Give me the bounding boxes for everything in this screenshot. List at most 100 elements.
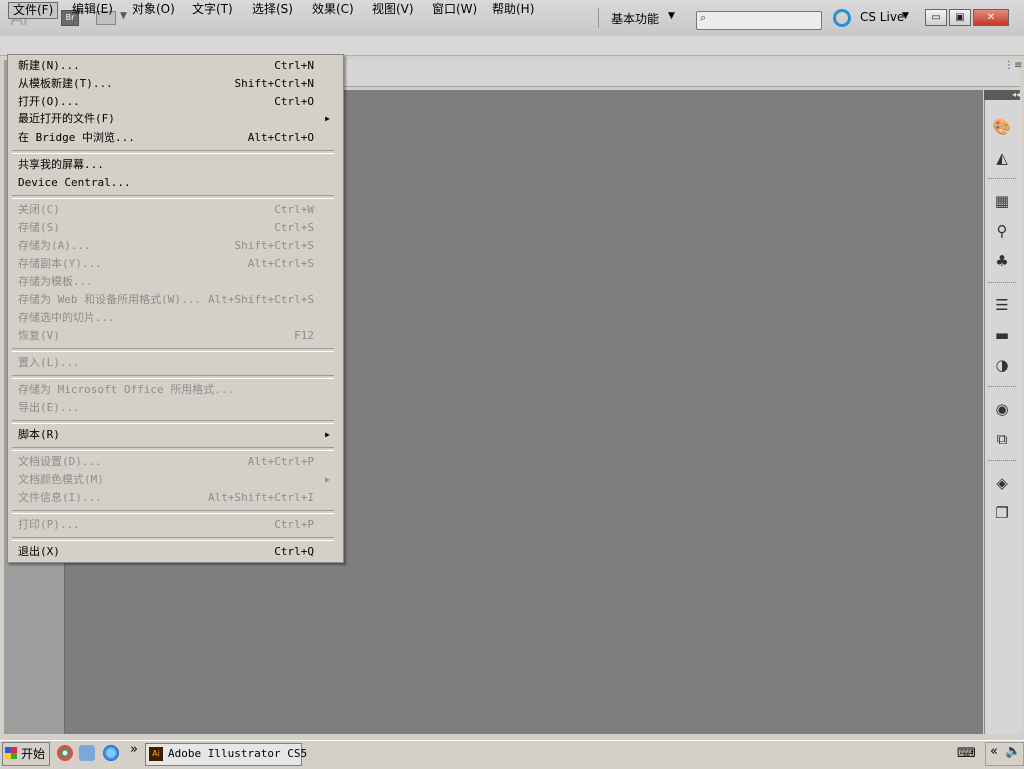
menu-item-exit[interactable]: 退出(X) Ctrl+Q — [18, 544, 318, 560]
maximize-button[interactable]: ▣ — [949, 9, 971, 26]
color-guide-icon[interactable]: ◭ — [992, 149, 1012, 167]
menu-item-open-recent[interactable]: 最近打开的文件(F) ▶ — [18, 111, 330, 127]
chevron-down-icon[interactable]: ▼ — [668, 11, 675, 21]
menu-item-export[interactable]: 导出(E)... — [18, 400, 318, 416]
tray-expand-icon[interactable]: « — [990, 744, 998, 759]
panel-menu-icon[interactable]: ⋮≡ — [1004, 60, 1022, 71]
internet-explorer-icon[interactable] — [103, 745, 119, 761]
graphic-styles-icon[interactable]: ⧉ — [992, 430, 1012, 448]
menu-separator — [12, 420, 334, 424]
chevron-down-icon[interactable]: ▼ — [120, 11, 127, 21]
menu-bar — [0, 36, 1024, 56]
menu-item-new[interactable]: 新建(N)... Ctrl+N — [18, 58, 318, 74]
menu-item-scripts[interactable]: 脚本(R) ▶ — [18, 427, 330, 443]
menu-item-new-from-template[interactable]: 从模板新建(T)... Shift+Ctrl+N — [18, 76, 318, 92]
search-icon: ⌕ — [700, 11, 707, 24]
menu-separator — [12, 537, 334, 541]
minimize-button[interactable]: ▭ — [925, 9, 947, 26]
menu-object[interactable]: 对象(O) — [128, 2, 179, 17]
collapse-dock-icon[interactable]: ◂◂ — [984, 90, 1020, 100]
menu-item-save-for-office[interactable]: 存储为 Microsoft Office 所用格式... — [18, 382, 318, 398]
transparency-icon[interactable]: ◑ — [992, 356, 1012, 374]
menu-edit[interactable]: 编辑(E) — [68, 2, 117, 17]
divider — [988, 282, 1016, 284]
menu-item-label: 存储选中的切片... — [18, 311, 115, 324]
menu-item-shortcut: Shift+Ctrl+N — [234, 77, 314, 90]
menu-item-browse-in-bridge[interactable]: 在 Bridge 中浏览... Alt+Ctrl+O — [18, 130, 318, 146]
menu-item-label: 从模板新建(T)... — [18, 77, 113, 90]
color-palette-icon[interactable]: 🎨 — [992, 118, 1012, 136]
menu-item-shortcut: Ctrl+Q — [274, 545, 314, 558]
menu-item-shortcut: Shift+Ctrl+S — [234, 239, 314, 252]
menu-item-label: 文件信息(I)... — [18, 491, 102, 504]
menu-item-shortcut: Ctrl+S — [274, 221, 314, 234]
chevron-down-icon[interactable]: ▼ — [902, 11, 909, 21]
swatches-icon[interactable]: ▦ — [992, 192, 1012, 210]
menu-item-shortcut: Alt+Ctrl+O — [247, 131, 314, 144]
keyboard-icon[interactable]: ⌨ — [957, 746, 976, 761]
menu-item-document-color-mode[interactable]: 文档颜色模式(M) ▶ — [18, 472, 330, 488]
gradient-icon[interactable]: ▬ — [992, 326, 1012, 344]
menu-separator — [12, 195, 334, 199]
menu-item-label: 存储为 Microsoft Office 所用格式... — [18, 383, 235, 396]
menu-effect[interactable]: 效果(C) — [308, 2, 358, 17]
workspace-switcher[interactable]: 基本功能 — [611, 10, 659, 27]
menu-type[interactable]: 文字(T) — [188, 2, 237, 17]
menu-item-label: 在 Bridge 中浏览... — [18, 131, 135, 144]
menu-item-close[interactable]: 关闭(C) Ctrl+W — [18, 202, 318, 218]
desktop-icon[interactable] — [79, 745, 95, 761]
cs-live-icon[interactable] — [833, 9, 851, 27]
menu-item-label: Device Central... — [18, 176, 131, 189]
close-button[interactable]: ✕ — [973, 9, 1009, 26]
quicklaunch-more-icon[interactable]: » — [130, 742, 138, 757]
illustrator-icon: Ai — [149, 747, 163, 761]
cs-live-menu[interactable]: CS Live — [860, 10, 904, 24]
menu-item-save-copy[interactable]: 存储副本(Y)... Alt+Ctrl+S — [18, 256, 318, 272]
menu-item-shortcut: Alt+Ctrl+P — [247, 455, 314, 468]
menu-item-file-info[interactable]: 文件信息(I)... Alt+Shift+Ctrl+I — [18, 490, 318, 506]
menu-view[interactable]: 视图(V) — [368, 2, 418, 17]
menu-item-open[interactable]: 打开(O)... Ctrl+O — [18, 94, 318, 110]
menu-item-label: 存储为(A)... — [18, 239, 91, 252]
taskbar-item-label: Adobe Illustrator CS5 — [168, 747, 308, 760]
help-search-input[interactable] — [696, 11, 822, 30]
menu-item-shortcut: Alt+Ctrl+S — [247, 257, 314, 270]
menu-item-save[interactable]: 存储(S) Ctrl+S — [18, 220, 318, 236]
menu-help[interactable]: 帮助(H) — [488, 2, 538, 17]
menu-item-revert[interactable]: 恢复(V) F12 — [18, 328, 318, 344]
menu-item-print[interactable]: 打印(P)... Ctrl+P — [18, 517, 318, 533]
menu-window[interactable]: 窗口(W) — [428, 2, 481, 17]
artboards-icon[interactable]: ❐ — [992, 504, 1012, 522]
menu-separator — [12, 150, 334, 154]
menu-file[interactable]: 文件(F) — [8, 2, 59, 19]
menu-item-document-setup[interactable]: 文档设置(D)... Alt+Ctrl+P — [18, 454, 318, 470]
menu-select[interactable]: 选择(S) — [248, 2, 297, 17]
menu-item-label: 文档颜色模式(M) — [18, 473, 104, 486]
menu-separator — [12, 375, 334, 379]
menu-item-save-selected-slices[interactable]: 存储选中的切片... — [18, 310, 318, 326]
volume-icon[interactable]: 🔈 — [1005, 744, 1021, 759]
divider — [598, 8, 599, 28]
brushes-icon[interactable]: ⚲ — [992, 222, 1012, 240]
stroke-icon[interactable]: ☰ — [992, 296, 1012, 314]
menu-item-label: 脚本(R) — [18, 428, 60, 441]
submenu-arrow-icon: ▶ — [325, 114, 330, 123]
menu-item-share-my-screen[interactable]: 共享我的屏幕... — [18, 157, 318, 173]
appearance-icon[interactable]: ◉ — [992, 400, 1012, 418]
layers-icon[interactable]: ◈ — [992, 474, 1012, 492]
menu-item-place[interactable]: 置入(L)... — [18, 355, 318, 371]
menu-item-device-central[interactable]: Device Central... — [18, 175, 318, 191]
media-player-icon[interactable] — [57, 745, 73, 761]
menu-separator — [12, 447, 334, 451]
menu-item-save-for-web[interactable]: 存储为 Web 和设备所用格式(W)... Alt+Shift+Ctrl+S — [18, 292, 318, 308]
menu-item-label: 最近打开的文件(F) — [18, 112, 115, 125]
menu-item-shortcut: Ctrl+W — [274, 203, 314, 216]
symbols-icon[interactable]: ♣ — [992, 252, 1012, 270]
menu-item-save-as-template[interactable]: 存储为模板... — [18, 274, 318, 290]
menu-item-shortcut: Ctrl+O — [274, 95, 314, 108]
menu-item-save-as[interactable]: 存储为(A)... Shift+Ctrl+S — [18, 238, 318, 254]
menu-item-label: 存储为 Web 和设备所用格式(W)... — [18, 293, 201, 306]
submenu-arrow-icon: ▶ — [325, 430, 330, 439]
menu-item-label: 共享我的屏幕... — [18, 158, 104, 171]
menu-item-label: 关闭(C) — [18, 203, 60, 216]
